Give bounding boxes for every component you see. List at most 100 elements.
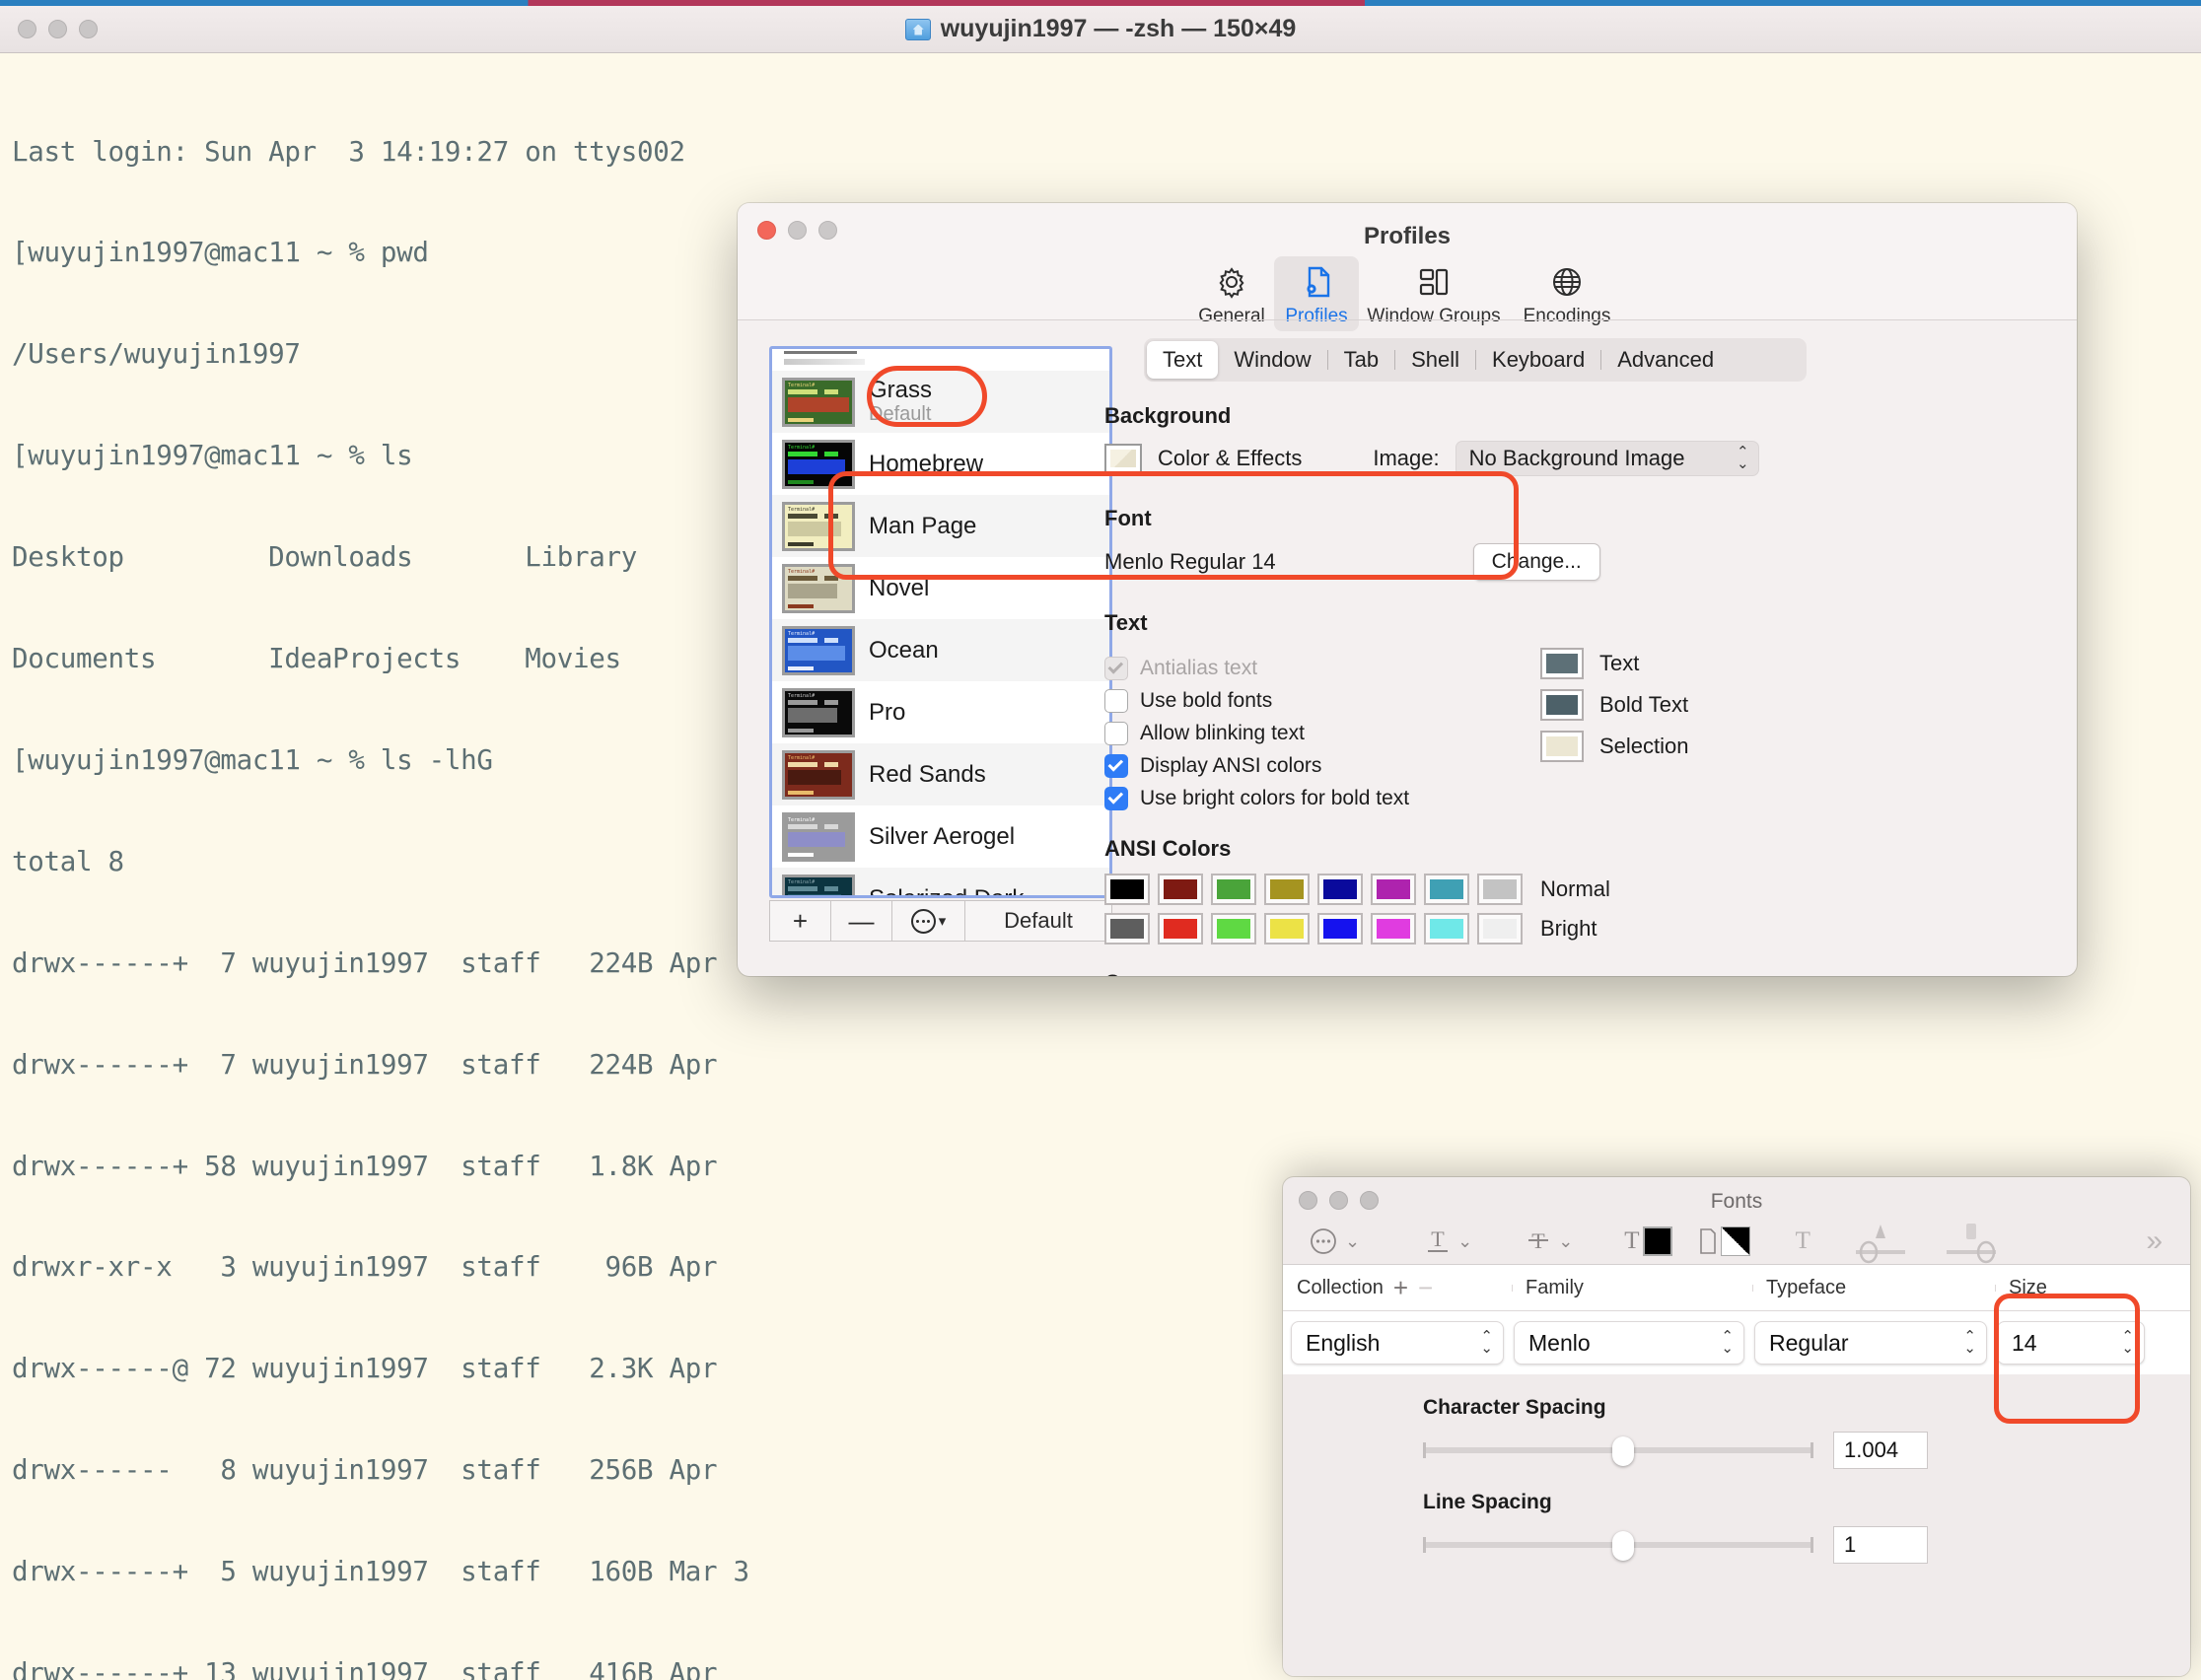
profile-thumbnail: Terminal# bbox=[782, 377, 855, 427]
profile-thumbnail: Terminal# bbox=[782, 874, 855, 895]
ansi-swatch[interactable] bbox=[1211, 874, 1256, 905]
ansi-swatch[interactable] bbox=[1371, 913, 1416, 945]
color-well-row-selection: Selection bbox=[1540, 731, 1689, 762]
tab-advanced[interactable]: Advanced bbox=[1601, 341, 1730, 379]
add-profile-button[interactable]: + bbox=[770, 901, 831, 941]
ansi-swatch[interactable] bbox=[1158, 874, 1203, 905]
profile-row-text: Solarized Dark... bbox=[869, 886, 1043, 895]
checkbox-use-bold-fonts[interactable]: Use bold fonts bbox=[1104, 689, 1517, 713]
selection-color-well[interactable] bbox=[1540, 731, 1584, 762]
ansi-swatch[interactable] bbox=[1424, 874, 1469, 905]
text-color-icon: T bbox=[1624, 1227, 1640, 1254]
character-spacing-slider[interactable] bbox=[1423, 1436, 1813, 1466]
shadow-offset-slider[interactable] bbox=[1935, 1219, 2008, 1264]
column-family-label: Family bbox=[1526, 1276, 1584, 1298]
profile-row-ocean[interactable]: Terminal# Ocean bbox=[772, 619, 1109, 681]
bold-text-color-well[interactable] bbox=[1540, 689, 1584, 721]
document-color-button[interactable] bbox=[1698, 1226, 1750, 1256]
ansi-bright-row: Bright bbox=[1093, 913, 2055, 945]
ansi-swatch[interactable] bbox=[1371, 874, 1416, 905]
ansi-swatch[interactable] bbox=[1104, 874, 1150, 905]
shadow-opacity-slider-icon bbox=[1855, 1225, 1905, 1264]
profiles-preferences-window: Profiles General Profiles Window Groups … bbox=[738, 203, 2077, 976]
underline-button[interactable]: T ⌄ bbox=[1423, 1225, 1472, 1258]
ansi-swatch[interactable] bbox=[1477, 913, 1523, 945]
action-menu-button[interactable]: ⌄ bbox=[1307, 1225, 1360, 1258]
profile-row-red-sands[interactable]: Terminal# Red Sands bbox=[772, 743, 1109, 805]
line-spacing-value[interactable]: 1 bbox=[1833, 1526, 1928, 1564]
terminal-title: wuyujin1997 — -zsh — 150×49 bbox=[0, 15, 2201, 43]
profile-row-man-page[interactable]: Terminal# Man Page bbox=[772, 495, 1109, 557]
text-color-button[interactable]: T bbox=[1624, 1226, 1672, 1256]
slider-knob[interactable] bbox=[1612, 1436, 1634, 1466]
chevron-updown-icon: ⌃ ⌄ bbox=[1480, 1328, 1493, 1357]
ansi-swatch[interactable] bbox=[1158, 913, 1203, 945]
profile-row-homebrew[interactable]: Terminal# Homebrew bbox=[772, 433, 1109, 495]
ansi-swatch[interactable] bbox=[1104, 913, 1150, 945]
line-spacing-slider[interactable] bbox=[1423, 1531, 1813, 1561]
text-shadow-button[interactable]: T bbox=[1796, 1227, 1810, 1255]
tab-keyboard[interactable]: Keyboard bbox=[1476, 341, 1600, 379]
text-color-swatch[interactable] bbox=[1642, 1226, 1672, 1256]
profile-row-novel[interactable]: Terminal# Novel bbox=[772, 557, 1109, 619]
checkbox-allow-blinking-text[interactable]: Allow blinking text bbox=[1104, 722, 1517, 745]
ansi-swatch[interactable] bbox=[1264, 913, 1310, 945]
svg-text:T: T bbox=[1431, 1226, 1445, 1251]
window-groups-icon bbox=[1419, 268, 1449, 296]
shadow-opacity-slider[interactable] bbox=[1844, 1219, 1917, 1264]
add-collection-icon[interactable]: + bbox=[1393, 1273, 1408, 1303]
slider-knob[interactable] bbox=[1612, 1531, 1634, 1561]
background-image-select[interactable]: No Background Image ⌃ ⌄ bbox=[1455, 441, 1759, 476]
strikethrough-button[interactable]: T ⌄ bbox=[1524, 1225, 1573, 1258]
more-options-button[interactable]: ▾ bbox=[892, 901, 965, 941]
typeface-value: Regular bbox=[1769, 1329, 1849, 1356]
collection-select[interactable]: English ⌃ ⌄ bbox=[1291, 1321, 1504, 1365]
profile-row-grass[interactable]: Terminal# Grass Default bbox=[772, 371, 1109, 433]
text-shadow-icon: T bbox=[1795, 1227, 1810, 1254]
document-color-swatch[interactable] bbox=[1720, 1226, 1750, 1256]
checkbox-label: Use bold fonts bbox=[1140, 689, 1273, 712]
profile-row-pro[interactable]: Terminal# Pro bbox=[772, 681, 1109, 743]
column-family: Family bbox=[1512, 1277, 1752, 1299]
tab-window[interactable]: Window bbox=[1218, 341, 1326, 379]
tab-tab[interactable]: Tab bbox=[1328, 341, 1394, 379]
overflow-chevrons-icon[interactable]: » bbox=[2146, 1225, 2163, 1258]
image-label: Image: bbox=[1373, 446, 1440, 470]
checkbox-antialias-text[interactable]: Antialias text bbox=[1104, 657, 1517, 680]
tab-text[interactable]: Text bbox=[1147, 341, 1219, 379]
chevron-updown-icon: ⌃ ⌄ bbox=[1721, 1328, 1734, 1357]
fonts-panel: Fonts ⌄ T ⌄ T ⌄ T T » Collection + − Fam… bbox=[1283, 1177, 2190, 1676]
ansi-swatch[interactable] bbox=[1424, 913, 1469, 945]
remove-profile-button[interactable]: — bbox=[831, 901, 892, 941]
background-color-well[interactable] bbox=[1104, 444, 1142, 473]
checkbox-box bbox=[1104, 754, 1128, 778]
ansi-swatch[interactable] bbox=[1477, 874, 1523, 905]
checkbox-box bbox=[1104, 722, 1128, 745]
profile-list[interactable]: Terminal# Grass Default Terminal# Homebr… bbox=[769, 346, 1112, 898]
text-color-well[interactable] bbox=[1540, 648, 1584, 679]
profile-row-silver-aerogel[interactable]: Terminal# Silver Aerogel bbox=[772, 805, 1109, 868]
profile-thumbnail: Terminal# bbox=[782, 749, 855, 800]
typeface-select[interactable]: Regular ⌃ ⌄ bbox=[1754, 1321, 1987, 1365]
profile-row-solarized-dark[interactable]: Terminal# Solarized Dark... bbox=[772, 868, 1109, 895]
checkbox-label: Allow blinking text bbox=[1140, 722, 1305, 744]
ansi-swatch[interactable] bbox=[1211, 913, 1256, 945]
ansi-colors-heading: ANSI Colors bbox=[1104, 836, 1232, 861]
profile-name: Man Page bbox=[869, 512, 977, 539]
size-select[interactable]: 14 ⌃ ⌄ bbox=[1997, 1321, 2145, 1365]
text-heading: Text bbox=[1104, 610, 1148, 635]
profile-row-text: Novel bbox=[869, 576, 929, 600]
tab-shell[interactable]: Shell bbox=[1395, 341, 1475, 379]
checkbox-display-ansi-colors[interactable]: Display ANSI colors bbox=[1104, 754, 1517, 778]
ansi-swatch[interactable] bbox=[1317, 874, 1363, 905]
checkbox-use-bright-colors-bold[interactable]: Use bright colors for bold text bbox=[1104, 787, 1517, 810]
remove-collection-icon[interactable]: − bbox=[1418, 1273, 1433, 1303]
character-spacing-value[interactable]: 1.004 bbox=[1833, 1432, 1928, 1469]
ansi-swatch[interactable] bbox=[1317, 913, 1363, 945]
family-select[interactable]: Menlo ⌃ ⌄ bbox=[1514, 1321, 1744, 1365]
more-options-icon bbox=[910, 908, 936, 934]
change-font-button[interactable]: Change... bbox=[1472, 543, 1600, 581]
character-spacing-row: 1.004 bbox=[1423, 1432, 2190, 1469]
ansi-swatch[interactable] bbox=[1264, 874, 1310, 905]
text-underline-icon: T bbox=[1428, 1226, 1449, 1252]
